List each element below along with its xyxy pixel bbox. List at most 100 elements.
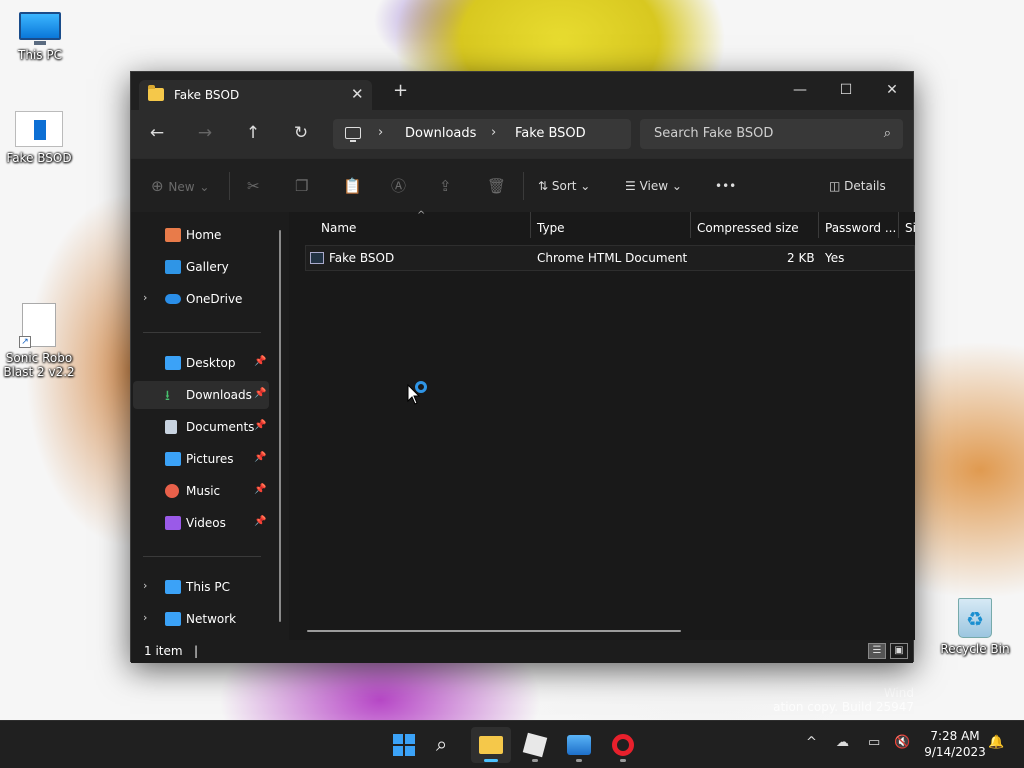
column-headers: ^ Name Type Compressed size Password ...… [289, 210, 916, 244]
sidebar-item-onedrive[interactable]: › OneDrive [133, 285, 269, 313]
copy-icon[interactable]: ❐ [295, 177, 308, 195]
paste-icon[interactable]: 📋 [343, 177, 362, 195]
search-button[interactable]: ⌕ [427, 727, 467, 763]
opera-icon [612, 734, 634, 756]
maximize-button[interactable]: ☐ [823, 76, 869, 104]
sidebar-item-music[interactable]: Music 📌 [133, 477, 269, 505]
taskbar-roblox[interactable] [515, 727, 555, 763]
desktop-icon-this-pc[interactable]: This PC [2, 12, 78, 62]
pin-icon[interactable]: 📌 [254, 452, 266, 463]
notification-bell-icon[interactable]: 🔔 [988, 735, 1004, 750]
view-button[interactable]: ☰ View ⌄ [625, 177, 682, 195]
onedrive-offline-icon[interactable]: ☁ [836, 735, 849, 750]
tab-fake-bsod[interactable]: Fake BSOD ✕ [139, 80, 372, 110]
sidebar-item-gallery[interactable]: Gallery [133, 253, 269, 281]
cut-icon[interactable]: ✂ [247, 177, 260, 195]
pin-icon[interactable]: 📌 [254, 484, 266, 495]
shortcut-file-icon: ↗ [19, 303, 56, 348]
refresh-button[interactable]: ↻ [289, 123, 313, 143]
column-compressed-size[interactable]: Compressed size [697, 221, 799, 235]
horizontal-scrollbar[interactable] [307, 630, 681, 632]
column-divider[interactable] [898, 212, 899, 238]
column-password[interactable]: Password ... [825, 221, 896, 235]
desktop-icon-recycle-bin[interactable]: ♻ Recycle Bin [937, 598, 1013, 656]
details-pane-button[interactable]: ◫ Details [829, 177, 886, 195]
navigation-bar: ← → ↑ ↻ › Downloads › Fake BSOD Search F… [131, 110, 913, 158]
volume-muted-icon[interactable]: 🔇 [894, 735, 910, 750]
forward-button[interactable]: → [193, 123, 217, 143]
new-button[interactable]: ⊕ New ⌄ [151, 177, 209, 196]
system-clock[interactable]: 7:28 AM 9/14/2023 [920, 728, 990, 760]
sidebar-item-videos[interactable]: Videos 📌 [133, 509, 269, 537]
chevron-right-icon[interactable]: › [143, 611, 147, 624]
navigation-pane: Home Gallery › OneDrive Desktop 📌 ⭳ Down… [131, 212, 289, 640]
rename-icon[interactable]: Ⓐ [391, 177, 406, 195]
sidebar-item-downloads[interactable]: ⭳ Downloads 📌 [133, 381, 269, 409]
monitor-icon [19, 12, 61, 45]
taskbar-photos[interactable] [559, 727, 599, 763]
new-tab-button[interactable]: + [393, 82, 408, 100]
computer-icon [165, 580, 181, 594]
taskbar-opera[interactable] [603, 727, 643, 763]
computer-icon [345, 127, 361, 142]
chevron-right-icon[interactable]: › [143, 291, 147, 304]
sidebar-divider [143, 332, 261, 333]
share-icon[interactable]: ⇪ [439, 177, 452, 195]
file-list: ^ Name Type Compressed size Password ...… [289, 210, 916, 640]
pin-icon[interactable]: 📌 [254, 356, 266, 367]
column-divider[interactable] [690, 212, 691, 238]
desktop-icon-fake-bsod[interactable]: Fake BSOD [1, 111, 77, 165]
download-icon: ⭳ [165, 388, 170, 404]
sidebar-item-pictures[interactable]: Pictures 📌 [133, 445, 269, 473]
sidebar-item-home[interactable]: Home [133, 221, 269, 249]
search-box[interactable]: Search Fake BSOD ⌕ [640, 119, 903, 149]
pin-icon[interactable]: 📌 [254, 420, 266, 431]
close-button[interactable]: ✕ [869, 76, 915, 104]
search-icon: ⌕ [436, 732, 448, 756]
more-options-button[interactable]: ••• [715, 177, 736, 195]
file-explorer-window: Fake BSOD ✕ + — ☐ ✕ ← → ↑ ↻ › Downloads … [130, 71, 916, 663]
search-placeholder: Search Fake BSOD [654, 126, 774, 141]
desktop-icon-sonic-robo-blast[interactable]: ↗ Sonic Robo Blast 2 v2.2 [1, 303, 77, 379]
document-icon [165, 420, 177, 434]
start-button[interactable] [382, 727, 422, 763]
minimize-button[interactable]: — [777, 76, 823, 104]
close-tab-icon[interactable]: ✕ [351, 85, 364, 103]
back-button[interactable]: ← [145, 123, 169, 143]
pin-icon[interactable]: 📌 [254, 516, 266, 527]
up-button[interactable]: ↑ [241, 123, 265, 143]
sort-button[interactable]: ⇅ Sort ⌄ [538, 177, 590, 195]
delete-icon[interactable]: 🗑 [487, 177, 506, 195]
breadcrumb-fake-bsod[interactable]: Fake BSOD [515, 126, 586, 141]
column-size[interactable]: Si [905, 221, 916, 235]
sidebar-item-network[interactable]: › Network [133, 605, 269, 633]
column-divider[interactable] [818, 212, 819, 238]
column-name[interactable]: Name [321, 221, 356, 235]
column-type[interactable]: Type [537, 221, 565, 235]
running-indicator [532, 759, 538, 762]
running-indicator [576, 759, 582, 762]
network-status-icon[interactable]: ▭ [868, 735, 880, 750]
sidebar-item-documents[interactable]: Documents 📌 [133, 413, 269, 441]
html-file-icon [15, 111, 63, 147]
tiles-view-icon[interactable]: ▣ [890, 643, 908, 659]
chevron-right-icon[interactable]: › [143, 579, 147, 592]
taskbar-file-explorer[interactable] [471, 727, 511, 763]
sidebar-scrollbar[interactable] [279, 230, 281, 622]
chevron-down-icon: ⌄ [199, 180, 210, 194]
sidebar-item-this-pc[interactable]: › This PC [133, 573, 269, 601]
html-file-icon [310, 252, 324, 264]
show-hidden-icons-button[interactable]: ^ [806, 735, 817, 750]
table-row[interactable]: Fake BSOD Chrome HTML Document 2 KB Yes [305, 245, 915, 271]
cell-compressed-size: 2 KB [787, 251, 815, 265]
running-indicator [620, 759, 626, 762]
pin-icon[interactable]: 📌 [254, 388, 266, 399]
chevron-right-icon[interactable]: › [491, 125, 496, 140]
breadcrumb-downloads[interactable]: Downloads [405, 126, 476, 141]
sidebar-item-desktop[interactable]: Desktop 📌 [133, 349, 269, 377]
column-divider[interactable] [530, 212, 531, 238]
title-bar[interactable]: Fake BSOD ✕ + — ☐ ✕ [131, 72, 913, 110]
chevron-right-icon[interactable]: › [378, 125, 383, 140]
details-view-icon[interactable]: ☰ [868, 643, 886, 659]
address-bar[interactable]: › Downloads › Fake BSOD [333, 119, 631, 149]
